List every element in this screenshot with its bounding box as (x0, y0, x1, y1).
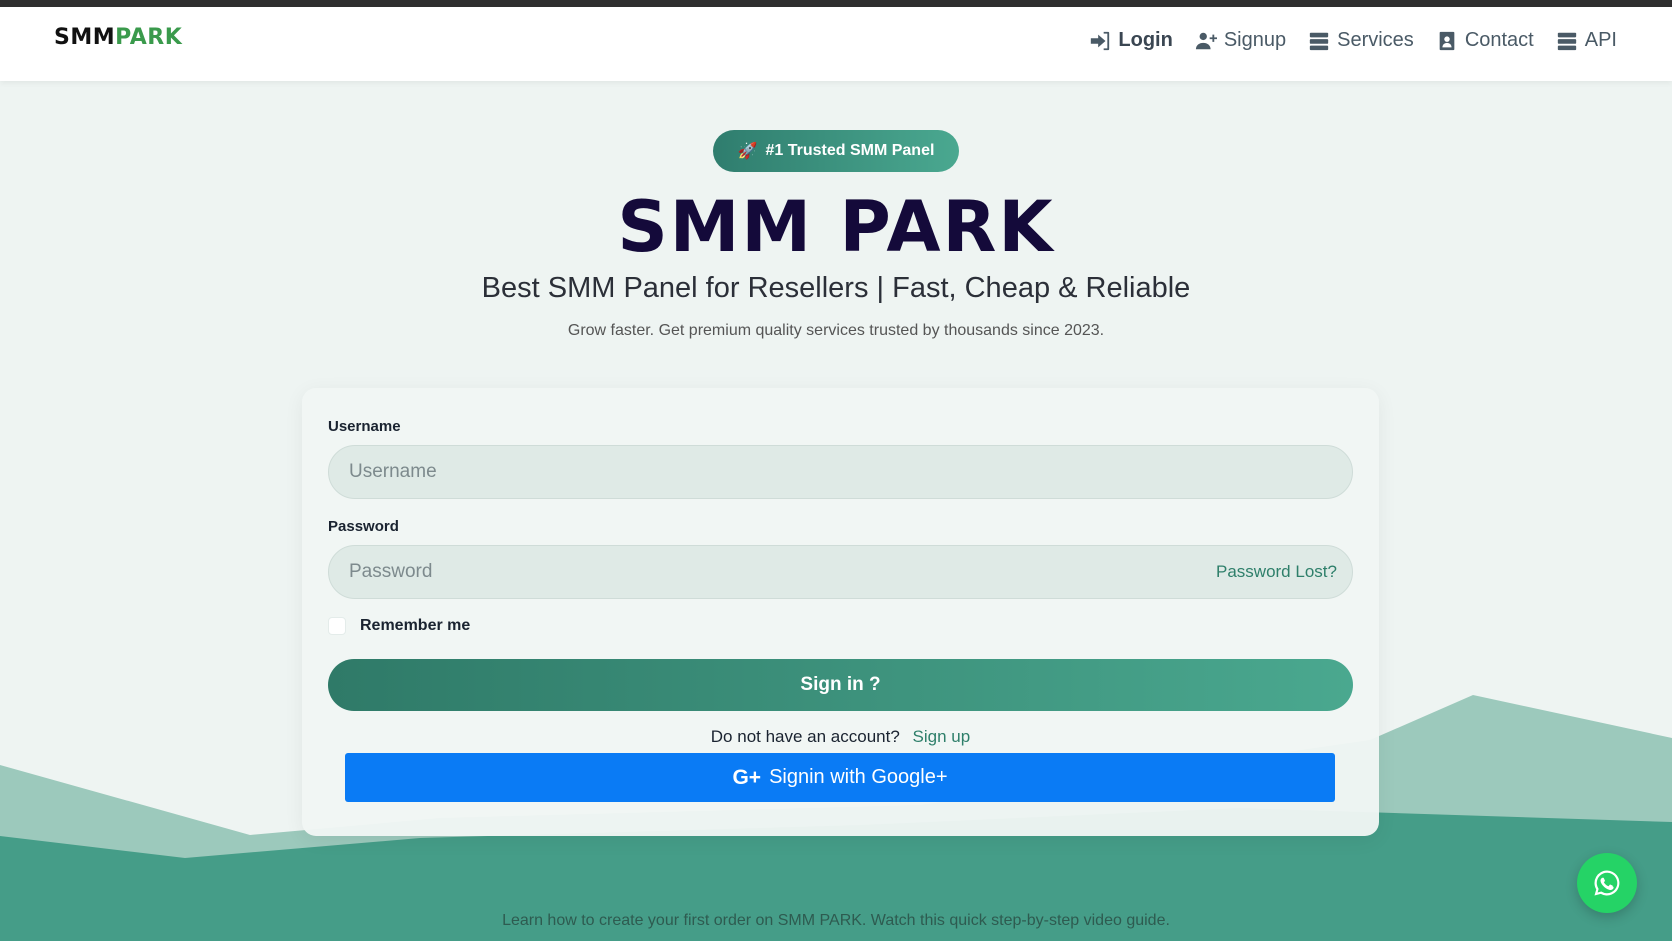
nav-signup-label: Signup (1223, 29, 1287, 51)
brand-logo[interactable]: SMMPARK (54, 25, 182, 50)
hero-title: SMM PARK (617, 186, 1055, 268)
google-signin-label: Signin with Google+ (769, 766, 948, 788)
nav-contact-label: Contact (1464, 29, 1534, 51)
remember-me-checkbox[interactable] (328, 617, 346, 635)
remember-me-label[interactable]: Remember me (360, 617, 470, 635)
main-nav: Login Signup Services Contact API (1089, 29, 1617, 52)
nav-services[interactable]: Services (1308, 29, 1414, 52)
nav-services-label: Services (1337, 29, 1414, 51)
login-card: Username Password Password Lost? Remembe… (302, 388, 1379, 836)
nav-api-label: API (1584, 29, 1617, 51)
top-strip (0, 0, 1672, 7)
navbar: SMMPARK Login Signup Services Contact AP… (0, 7, 1672, 81)
nav-api[interactable]: API (1556, 29, 1617, 52)
password-label: Password (328, 518, 399, 535)
trusted-badge-label: #1 Trusted SMM Panel (765, 142, 935, 159)
no-account-row: Do not have an account? Sign up (302, 727, 1379, 747)
no-account-text: Do not have an account? (710, 727, 900, 746)
password-input[interactable] (328, 545, 1353, 599)
google-plus-icon: G+ (732, 765, 762, 789)
server-icon (1557, 32, 1576, 50)
username-label: Username (328, 418, 401, 435)
sign-up-link[interactable]: Sign up (913, 727, 971, 746)
whatsapp-button[interactable] (1577, 853, 1637, 913)
google-signin-button[interactable]: G+ Signin with Google+ (345, 753, 1335, 802)
contact-card-icon (1439, 31, 1455, 50)
trusted-badge: 🚀 #1 Trusted SMM Panel (713, 130, 959, 172)
nav-login-label: Login (1118, 29, 1173, 51)
video-guide-text: Learn how to create your first order on … (502, 912, 1170, 929)
nav-signup[interactable]: Signup (1195, 29, 1286, 52)
sign-in-button[interactable]: Sign in ? (328, 659, 1353, 711)
server-icon (1309, 32, 1329, 50)
hero-subtitle: Best SMM Panel for Resellers | Fast, Che… (481, 272, 1191, 304)
sign-in-icon (1091, 31, 1110, 50)
brand-logo-part2: PARK (115, 25, 183, 50)
nav-contact[interactable]: Contact (1436, 29, 1534, 52)
whatsapp-icon (1594, 870, 1620, 896)
rocket-icon: 🚀 (737, 143, 758, 160)
user-plus-icon (1195, 32, 1217, 49)
username-input[interactable] (328, 445, 1353, 499)
hero-description: Grow faster. Get premium quality service… (567, 322, 1105, 339)
nav-login[interactable]: Login (1089, 29, 1173, 52)
brand-logo-part1: SMM (54, 25, 116, 50)
password-lost-link[interactable]: Password Lost? (1216, 562, 1337, 582)
